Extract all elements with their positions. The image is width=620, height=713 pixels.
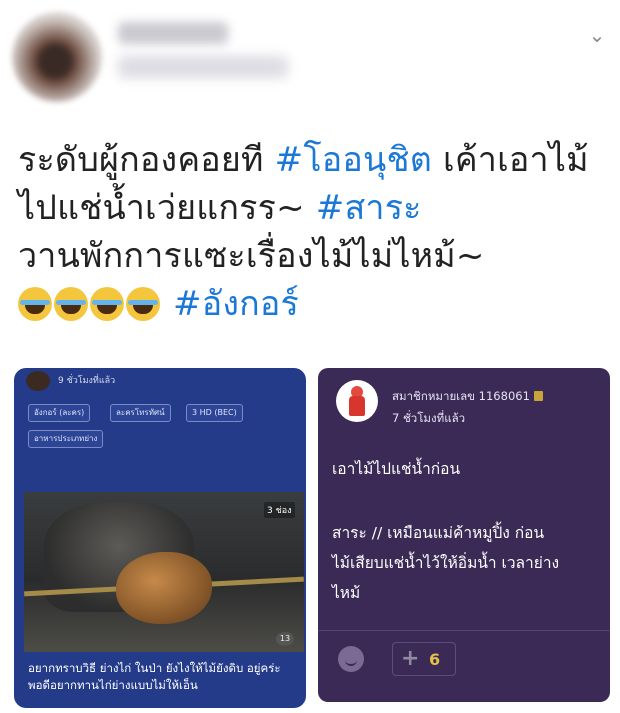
grilled-chicken (116, 552, 212, 624)
tag-chip: อาหารประเภทย่าง (28, 430, 104, 448)
channel-logo: 3 ช่อง (264, 502, 295, 518)
avatar[interactable] (12, 12, 102, 102)
crying-laughing-emojis (18, 280, 162, 328)
tweet-line-2: ไปแช่น้ำเว่ยแกรร~ #สาระ (18, 188, 422, 228)
laughing-crying-emoji-icon (126, 287, 160, 321)
hashtag-angkor[interactable]: #อังกอร์ (173, 284, 299, 324)
poster-avatar (26, 371, 50, 391)
tweet-text: ระดับผู้กองคอยที #โออนุชิต เค้าเอาไม้ ไป… (18, 136, 618, 328)
vote-count: 6 (429, 650, 441, 669)
laughing-crying-emoji-icon (54, 287, 88, 321)
rating-badge: 13 (276, 632, 294, 646)
tweet-line-1: ระดับผู้กองคอยที #โออนุชิต เค้าเอาไม้ (18, 140, 589, 180)
tweet-header: ⌄ (0, 0, 620, 110)
plus-vote-button[interactable]: + 6 (392, 642, 456, 676)
commenter-name: สมาชิกหมายเลข 1168061 (392, 388, 543, 406)
chevron-down-icon[interactable]: ⌄ (586, 25, 608, 45)
tag-chip: ละครโทรทัศน์ (110, 404, 171, 422)
comment-text-main: เอาไม้ไปแช่น้ำก่อน (332, 460, 461, 478)
display-name-blurred[interactable] (118, 22, 228, 44)
laughing-crying-emoji-icon (18, 287, 52, 321)
hashtag-ooanuchit[interactable]: #โออนุชิต (275, 140, 432, 180)
tweet-line-3: วานพักการแซะเรื่องไม้ไม่ไหม้~ (18, 236, 485, 276)
tweet-line-4: #อังกอร์ (18, 280, 618, 328)
laughing-crying-emoji-icon (90, 287, 124, 321)
image-caption: อยากทราบวิธี ย่างไก่ ในป่า ยังไงให้ไม้ยั… (28, 661, 281, 692)
hashtag-sara[interactable]: #สาระ (316, 188, 422, 228)
handle-blurred[interactable] (118, 56, 288, 78)
post-time: 9 ชั่วโมงที่แล้ว (58, 376, 116, 386)
comment-time: 7 ชั่วโมงที่แล้ว (392, 411, 466, 425)
member-badge-icon (533, 391, 543, 401)
attached-image-right[interactable]: สมาชิกหมายเลข 1168061 7 ชั่วโมงที่แล้ว เ… (318, 368, 610, 702)
emotion-icon[interactable] (338, 646, 364, 672)
commenter-avatar (336, 380, 378, 422)
plus-icon: + (401, 646, 420, 671)
tag-chip: 3 HD (BEC) (186, 404, 243, 422)
grilled-chicken-photo: 3 ช่อง 13 (24, 492, 304, 652)
attached-image-left[interactable]: 9 ชั่วโมงที่แล้ว อังกอร์ (ละคร) ละครโทรท… (14, 368, 306, 708)
tag-chip: อังกอร์ (ละคร) (28, 404, 91, 422)
comment-text-detail: สาระ // เหมือนแม่ค้าหมูปิ้ง ก่อน ไม้เสีย… (332, 524, 560, 602)
divider (318, 630, 610, 631)
